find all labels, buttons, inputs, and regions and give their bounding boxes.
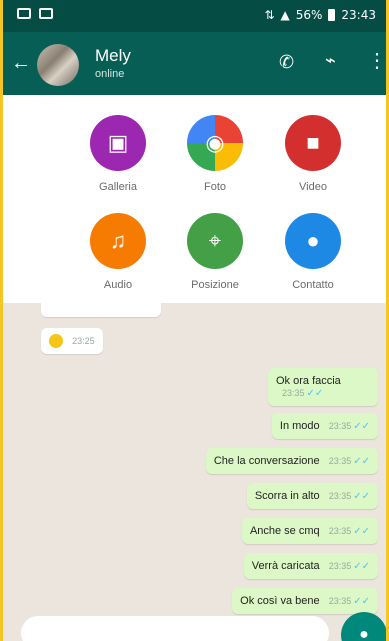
status-right: ⇅ ▲ 56% 23:43 bbox=[264, 8, 376, 22]
message-time: 23:35 bbox=[328, 526, 352, 536]
message-text: Che la conversazione bbox=[213, 455, 320, 467]
message-time: 23:35 bbox=[328, 421, 352, 431]
notification-icons bbox=[17, 8, 53, 19]
message-time: 23:25 bbox=[72, 335, 95, 346]
message-text: In modo bbox=[279, 420, 320, 432]
attachment-sheet: ▣ Galleria ◉ Foto ■ Video ♫ Audio ⌖ Posi… bbox=[3, 95, 386, 303]
read-ticks-icon: ✓✓ bbox=[353, 456, 370, 467]
attach-audio-label: Audio bbox=[103, 279, 133, 291]
outgoing-message: Ok così va bene 23:35 ✓✓ bbox=[232, 588, 378, 614]
app-frame: ⇅ ▲ 56% 23:43 ← Mely online ✆ ⌁ ⋮ ▣ Gall… bbox=[0, 0, 389, 641]
attach-gallery-label: Galleria bbox=[99, 181, 137, 193]
outgoing-message: In modo 23:35 ✓✓ bbox=[271, 413, 378, 439]
outgoing-message: Scorra in alto 23:35 ✓✓ bbox=[246, 483, 378, 509]
attach-camera-button[interactable]: ◉ Foto bbox=[170, 115, 260, 193]
partial-incoming-message bbox=[41, 303, 161, 317]
video-icon: ■ bbox=[285, 115, 341, 171]
message-text: Scorra in alto bbox=[254, 490, 320, 502]
attach-gallery-button[interactable]: ▣ Galleria bbox=[73, 115, 163, 193]
contact-name[interactable]: Mely bbox=[95, 46, 131, 66]
headphones-icon: ♫ bbox=[90, 213, 146, 269]
read-ticks-icon: ✓✓ bbox=[353, 491, 370, 502]
read-ticks-icon: ✓✓ bbox=[353, 561, 370, 572]
outgoing-message: Ok ora faccia 23:35 ✓✓ bbox=[268, 368, 378, 406]
message-time: 23:35 bbox=[282, 388, 305, 398]
attach-video-label: Video bbox=[299, 181, 327, 193]
message-time: 23:35 bbox=[328, 491, 352, 501]
wifi-icon: ⇅ bbox=[264, 8, 275, 22]
message-time: 23:35 bbox=[328, 456, 352, 466]
emoji-icon bbox=[49, 334, 63, 348]
incoming-message: 23:25 bbox=[41, 328, 103, 354]
status-bar: ⇅ ▲ 56% 23:43 bbox=[3, 0, 386, 32]
chat-area[interactable]: 23:25 Ok ora faccia 23:35 ✓✓ In modo 23:3… bbox=[3, 303, 386, 641]
read-ticks-icon: ✓✓ bbox=[353, 421, 370, 432]
read-ticks-icon: ✓✓ bbox=[353, 596, 370, 607]
message-text: Ok così va bene bbox=[240, 595, 320, 607]
message-text: Anche se cmq bbox=[249, 525, 320, 537]
message-text: Ok ora faccia bbox=[276, 375, 341, 387]
paperclip-icon[interactable]: ⌁ bbox=[325, 50, 336, 71]
message-time: 23:35 bbox=[328, 561, 352, 571]
contact-status: online bbox=[95, 68, 125, 80]
message-text: Verrà caricata bbox=[251, 560, 320, 572]
chat-header: ← Mely online ✆ ⌁ ⋮ bbox=[3, 32, 386, 95]
battery-icon bbox=[328, 9, 336, 21]
status-time: 23:43 bbox=[341, 8, 376, 22]
attach-location-button[interactable]: ⌖ Posizione bbox=[170, 213, 260, 291]
attach-location-label: Posizione bbox=[191, 279, 239, 291]
outgoing-message: Anche se cmq 23:35 ✓✓ bbox=[241, 518, 378, 544]
back-arrow-icon[interactable]: ← bbox=[11, 53, 31, 73]
attach-video-button[interactable]: ■ Video bbox=[268, 115, 358, 193]
contact-avatar[interactable] bbox=[37, 44, 79, 86]
mic-icon: ● bbox=[359, 626, 369, 641]
battery-label: 56% bbox=[295, 8, 323, 22]
outgoing-message: Verrà caricata 23:35 ✓✓ bbox=[243, 553, 378, 579]
attach-contact-label: Contatto bbox=[292, 279, 334, 291]
message-input[interactable] bbox=[21, 616, 329, 641]
image-icon: ▣ bbox=[90, 115, 146, 171]
attach-camera-label: Foto bbox=[203, 181, 226, 193]
attach-contact-button[interactable]: ● Contatto bbox=[268, 213, 358, 291]
more-vert-icon[interactable]: ⋮ bbox=[367, 48, 386, 73]
person-icon: ● bbox=[285, 213, 341, 269]
phone-icon[interactable]: ✆ bbox=[279, 52, 294, 73]
signal-icon: ▲ bbox=[280, 8, 290, 22]
read-ticks-icon: ✓✓ bbox=[306, 388, 324, 399]
attach-audio-button[interactable]: ♫ Audio bbox=[73, 213, 163, 291]
outgoing-message: Che la conversazione 23:35 ✓✓ bbox=[205, 448, 378, 474]
screen-notification-icon bbox=[39, 8, 53, 19]
map-pin-icon: ⌖ bbox=[187, 213, 243, 269]
camera-icon: ◉ bbox=[187, 115, 243, 171]
message-notification-icon bbox=[17, 8, 31, 19]
message-time: 23:35 bbox=[328, 596, 352, 606]
read-ticks-icon: ✓✓ bbox=[353, 526, 370, 537]
